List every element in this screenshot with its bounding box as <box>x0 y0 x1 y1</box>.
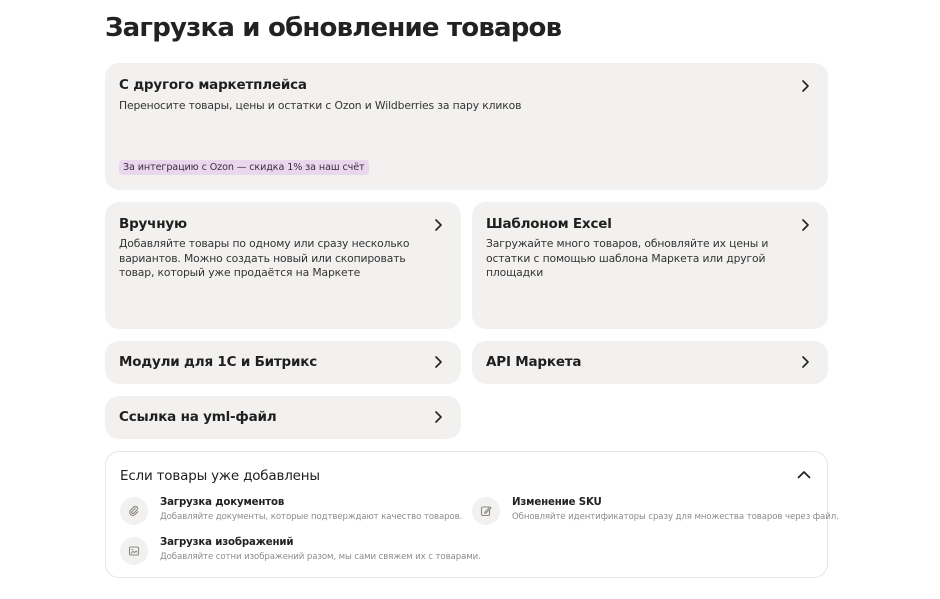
card-manual[interactable]: Вручную Добавляйте товары по одному или … <box>105 202 461 329</box>
item-title: Загрузка изображений <box>160 537 294 548</box>
card-yml-title: Ссылка на yml-файл <box>119 409 277 425</box>
chevron-right-icon <box>801 219 810 231</box>
card-excel[interactable]: Шаблоном Excel Загружайте много товаров,… <box>472 202 828 329</box>
card-modules[interactable]: Модули для 1С и Битрикс <box>105 341 461 384</box>
item-change-sku[interactable]: Изменение SKU Обновляйте идентификаторы … <box>472 497 839 527</box>
page-title: Загрузка и обновление товаров <box>105 13 562 43</box>
chevron-right-icon <box>801 80 810 92</box>
card-modules-title: Модули для 1С и Битрикс <box>119 354 318 370</box>
chevron-up-icon[interactable] <box>797 470 811 479</box>
card-marketplace-title: С другого маркетплейса <box>119 77 307 93</box>
already-added-panel: Если товары уже добавлены Загрузка докум… <box>105 451 839 578</box>
card-api-title: API Маркета <box>486 354 582 370</box>
promo-badge: За интеграцию с Ozon — скидка 1% за наш … <box>119 160 369 175</box>
image-icon <box>120 537 148 565</box>
item-description: Добавляйте документы, которые подтвержда… <box>160 512 463 522</box>
item-title: Изменение SKU <box>512 497 602 508</box>
card-marketplace-description: Переносите товары, цены и остатки с Ozon… <box>119 99 522 112</box>
item-upload-images[interactable]: Загрузка изображений Добавляйте сотни из… <box>120 537 481 567</box>
card-marketplace[interactable]: С другого маркетплейса Переносите товары… <box>105 63 828 190</box>
chevron-right-icon <box>801 356 810 368</box>
card-excel-description: Загружайте много товаров, обновляйте их … <box>486 237 769 279</box>
already-added-title: Если товары уже добавлены <box>120 468 320 484</box>
paperclip-icon <box>120 497 148 525</box>
card-manual-description: Добавляйте товары по одному или сразу не… <box>119 237 410 279</box>
item-upload-documents[interactable]: Загрузка документов Добавляйте документы… <box>120 497 462 527</box>
item-title: Загрузка документов <box>160 497 285 508</box>
item-description: Добавляйте сотни изображений разом, мы с… <box>160 552 481 562</box>
edit-icon <box>472 497 500 525</box>
card-manual-title: Вручную <box>119 216 187 232</box>
card-yml[interactable]: Ссылка на yml-файл <box>105 396 461 439</box>
chevron-right-icon <box>434 356 443 368</box>
chevron-right-icon <box>434 219 443 231</box>
item-description: Обновляйте идентификаторы сразу для множ… <box>512 512 839 522</box>
card-excel-title: Шаблоном Excel <box>486 216 612 232</box>
chevron-right-icon <box>434 411 443 423</box>
card-api[interactable]: API Маркета <box>472 341 828 384</box>
